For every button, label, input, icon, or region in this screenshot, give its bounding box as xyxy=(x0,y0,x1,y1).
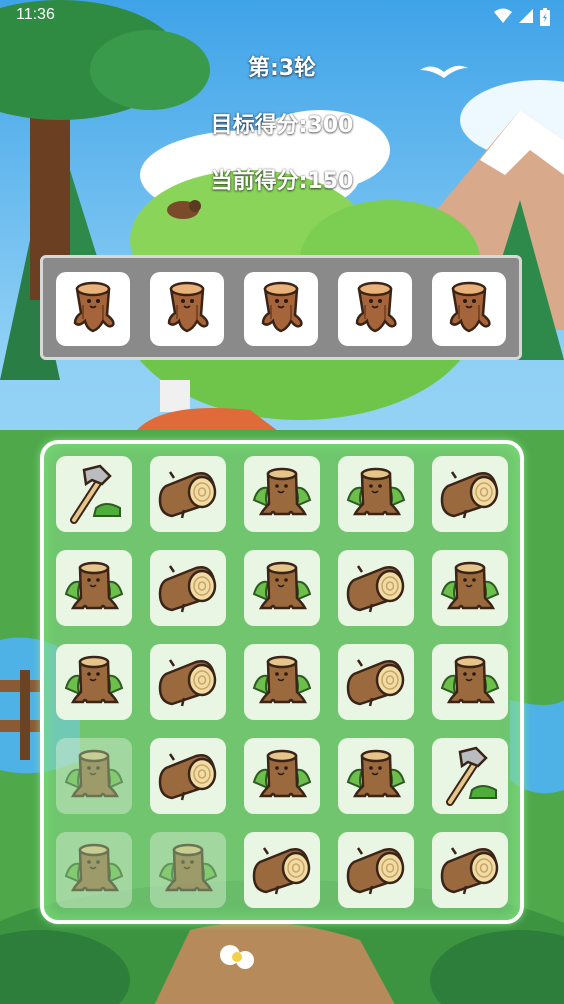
board-tile[interactable] xyxy=(432,550,508,626)
board-tile[interactable] xyxy=(56,644,132,720)
current-score-label: 当前得分:150 xyxy=(210,169,354,194)
board-tile[interactable] xyxy=(338,738,414,814)
stump-icon xyxy=(252,561,312,610)
board-tile xyxy=(56,832,132,908)
stump-icon xyxy=(252,467,312,516)
board-tile[interactable] xyxy=(150,738,226,814)
stump-icon xyxy=(440,655,500,704)
log-icon xyxy=(158,471,217,519)
stump-icon xyxy=(158,843,218,892)
board-tile[interactable] xyxy=(56,550,132,626)
stump-character-icon xyxy=(167,281,209,333)
log-icon xyxy=(158,659,217,707)
stump-icon xyxy=(64,655,124,704)
round-label: 第:3轮 xyxy=(247,56,317,81)
stump-character-icon xyxy=(449,281,491,333)
board-tile[interactable] xyxy=(56,456,132,532)
log-icon xyxy=(252,847,311,895)
board-tile[interactable] xyxy=(338,550,414,626)
battery-icon xyxy=(540,8,550,26)
stump-icon xyxy=(64,561,124,610)
board-tile[interactable] xyxy=(244,832,320,908)
tile-board xyxy=(40,440,524,924)
stump-icon xyxy=(440,561,500,610)
board-tile[interactable] xyxy=(244,456,320,532)
log-icon xyxy=(158,753,217,801)
board-tile[interactable] xyxy=(150,550,226,626)
stump-character-icon xyxy=(261,281,303,333)
wifi-icon xyxy=(494,8,512,23)
log-icon xyxy=(346,847,405,895)
board-tile[interactable] xyxy=(432,456,508,532)
board-tile[interactable] xyxy=(150,644,226,720)
board-tile[interactable] xyxy=(432,738,508,814)
log-icon xyxy=(158,565,217,613)
status-time: 11:36 xyxy=(16,6,55,23)
collected-slot-bar xyxy=(40,255,522,360)
stump-icon xyxy=(346,749,406,798)
board-tile[interactable] xyxy=(338,456,414,532)
log-icon xyxy=(346,565,405,613)
board-tile xyxy=(56,738,132,814)
status-icons xyxy=(494,8,550,26)
board-tile[interactable] xyxy=(432,644,508,720)
target-score-label: 目标得分:300 xyxy=(210,113,354,138)
slot-item xyxy=(244,272,318,346)
slot-item xyxy=(338,272,412,346)
board-tile[interactable] xyxy=(244,738,320,814)
log-icon xyxy=(440,471,499,519)
slot-item xyxy=(56,272,130,346)
status-bar: 11:36 xyxy=(0,0,564,34)
board-tile xyxy=(150,832,226,908)
stump-icon xyxy=(346,467,406,516)
board-tile[interactable] xyxy=(150,456,226,532)
stump-character-icon xyxy=(355,281,397,333)
stump-icon xyxy=(252,749,312,798)
board-tile[interactable] xyxy=(244,550,320,626)
stump-icon xyxy=(64,749,124,798)
axe-icon xyxy=(446,746,497,806)
board-tile[interactable] xyxy=(338,832,414,908)
board-tile[interactable] xyxy=(244,644,320,720)
stump-icon xyxy=(252,655,312,704)
board-tile[interactable] xyxy=(338,644,414,720)
stump-icon xyxy=(64,843,124,892)
stump-character-icon xyxy=(73,281,115,333)
log-icon xyxy=(440,847,499,895)
signal-icon xyxy=(519,9,533,23)
slot-item xyxy=(150,272,224,346)
axe-icon xyxy=(70,464,121,524)
log-icon xyxy=(346,659,405,707)
slot-item xyxy=(432,272,506,346)
board-tile[interactable] xyxy=(432,832,508,908)
